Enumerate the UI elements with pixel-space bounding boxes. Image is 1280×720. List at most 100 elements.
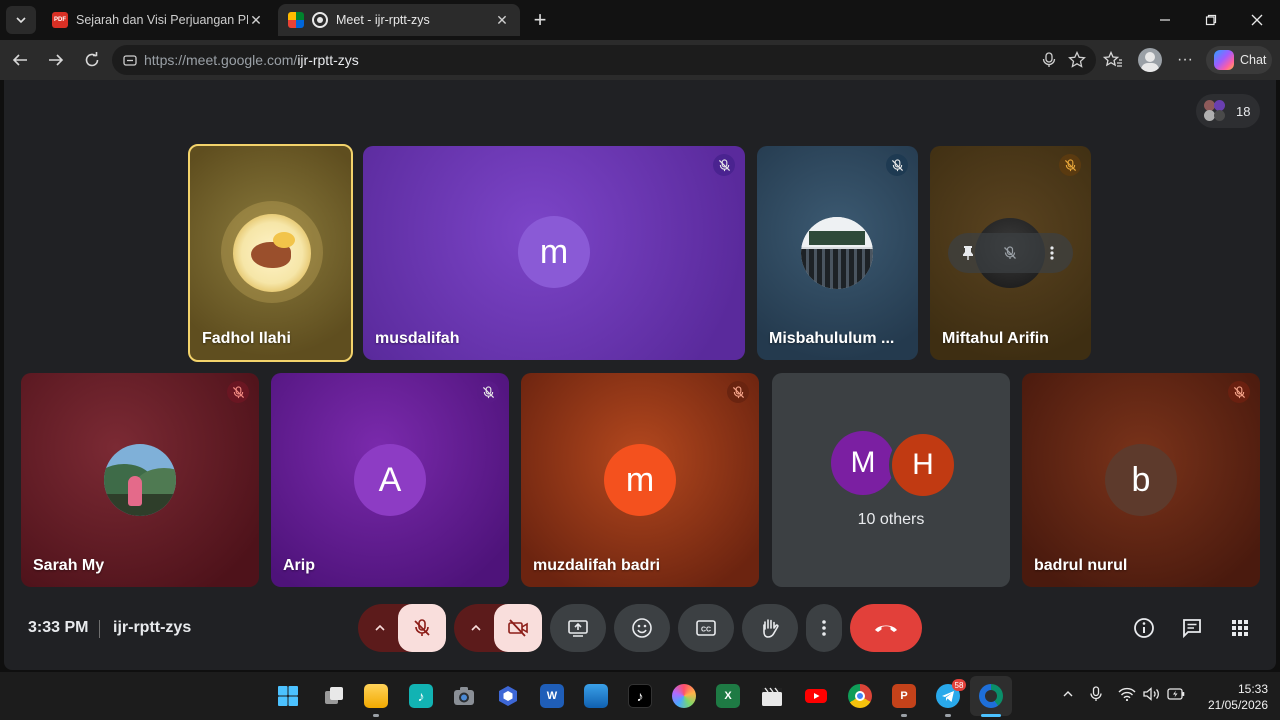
participant-name: Arip [283,557,315,574]
participant-avatars [1204,100,1226,122]
active-indicator [981,714,1001,717]
close-window-icon[interactable] [1245,8,1269,32]
participant-tile[interactable]: b badrul nurul [1022,373,1260,587]
avatar: H [889,431,957,499]
favorite-star-icon[interactable] [1068,51,1086,69]
participants-chip[interactable]: 18 [1196,94,1260,128]
tiktok-icon[interactable]: ♪ [628,684,652,708]
battery-charging-icon[interactable] [1166,684,1186,704]
avatar [801,217,873,289]
start-icon[interactable] [276,684,300,708]
emoji-icon[interactable] [614,604,670,652]
forward-icon[interactable] [44,48,68,72]
participant-tile[interactable]: A Arip [271,373,509,587]
mute-participant-icon[interactable] [1000,243,1020,263]
mic-off-icon [1059,154,1081,176]
notification-badge: 58 [952,679,966,691]
screen: PDF Sejarah dan Visi Perjuangan PMII.p ✕… [0,0,1280,720]
participant-tile[interactable]: Sarah My [21,373,259,587]
info-icon[interactable] [1132,616,1156,640]
participant-name: Fadhol Ilahi [202,330,291,347]
others-count-label: 10 others [857,511,925,528]
wifi-icon[interactable] [1117,684,1137,704]
mic-off-icon [477,381,499,403]
more-options-icon[interactable] [806,604,842,652]
minimize-icon[interactable] [1153,8,1177,32]
activities-icon[interactable] [1228,616,1252,640]
file-explorer-icon[interactable] [364,684,388,708]
participant-tile[interactable]: m musdalifah [363,146,745,360]
capcut-icon[interactable]: ♪ [409,684,433,708]
chrome-icon[interactable] [848,684,872,708]
camera-off-icon[interactable] [494,604,542,652]
chevron-up-icon[interactable] [464,616,488,640]
camera-control [454,604,542,652]
clapperboard-icon[interactable] [760,684,784,708]
restore-icon[interactable] [1199,8,1223,32]
more-vert-icon[interactable] [1042,243,1062,263]
refresh-icon[interactable] [80,48,104,72]
new-tab-button[interactable]: + [528,7,552,32]
camera-icon[interactable] [452,684,476,708]
close-icon[interactable]: ✕ [494,12,510,28]
captions-icon[interactable]: CC [678,604,734,652]
youtube-icon[interactable] [804,684,828,708]
microphone-icon[interactable] [1040,51,1058,69]
avatar [233,214,311,292]
pin-icon[interactable] [958,243,978,263]
tab-pdf[interactable]: PDF Sejarah dan Visi Perjuangan PMII.p ✕ [42,4,274,36]
copilot-icon[interactable] [496,684,520,708]
participant-name: Miftahul Arifin [942,330,1049,347]
microphone-control [358,604,446,652]
copilot-chat-button[interactable]: Chat [1206,46,1272,74]
edge-icon[interactable] [979,684,1003,708]
running-indicator [373,714,379,717]
svg-text:CC: CC [701,627,711,634]
participant-tile[interactable]: m muzdalifah badri [521,373,759,587]
participant-name: Misbahululum ... [769,330,895,347]
mic-off-icon[interactable] [398,604,446,652]
present-screen-icon[interactable] [550,604,606,652]
browser-tab-strip: PDF Sejarah dan Visi Perjuangan PMII.p ✕… [0,0,1280,40]
participant-name: badrul nurul [1034,557,1128,574]
avatar: b [1105,444,1177,516]
participant-name: muzdalifah badri [533,557,661,574]
tab-meet[interactable]: Meet - ijr-rptt-zys ✕ [278,4,520,36]
task-view-icon[interactable] [322,684,346,708]
participant-tile[interactable]: Fadhol Ilahi [188,144,353,362]
mic-off-icon [727,381,749,403]
address-bar[interactable]: https://meet.google.com/ijr-rptt-zys [112,45,1096,75]
site-info-icon[interactable] [122,52,138,68]
pdf-icon: PDF [52,12,68,28]
profile-avatar[interactable] [1138,48,1162,72]
microphone-tray-icon[interactable] [1086,684,1106,704]
others-tile[interactable]: M H 10 others [772,373,1010,587]
clock-date: 21/05/2026 [1207,698,1268,712]
mic-off-icon [227,381,249,403]
word-icon[interactable]: W [540,684,564,708]
picsart-icon[interactable] [672,684,696,708]
participant-tile[interactable]: Misbahululum ... [757,146,918,360]
excel-icon[interactable]: X [716,684,740,708]
back-icon[interactable] [8,48,32,72]
system-clock[interactable]: 15:33 21/05/2026 [1198,681,1268,713]
volume-icon[interactable] [1142,684,1162,704]
end-call-icon[interactable] [850,604,922,652]
mic-off-icon [886,154,908,176]
participant-tile[interactable]: Miftahul Arifin [930,146,1091,360]
tab-list-button[interactable] [6,6,36,34]
powerpoint-icon[interactable]: P [892,684,916,708]
favorites-icon[interactable] [1101,48,1125,72]
chevron-up-icon[interactable] [368,616,392,640]
chevron-up-icon[interactable] [1058,684,1078,704]
url-host: https://meet.google.com/ [144,52,298,68]
raise-hand-icon[interactable] [742,604,798,652]
more-menu-icon[interactable]: ··· [1173,48,1197,72]
divider [99,620,100,638]
telegram-icon[interactable]: 58 [936,679,966,708]
photos-icon[interactable] [584,684,608,708]
chat-icon[interactable] [1180,616,1204,640]
close-icon[interactable]: ✕ [248,12,264,28]
chevron-down-icon [16,17,26,24]
url-path: ijr-rptt-zys [297,52,359,68]
